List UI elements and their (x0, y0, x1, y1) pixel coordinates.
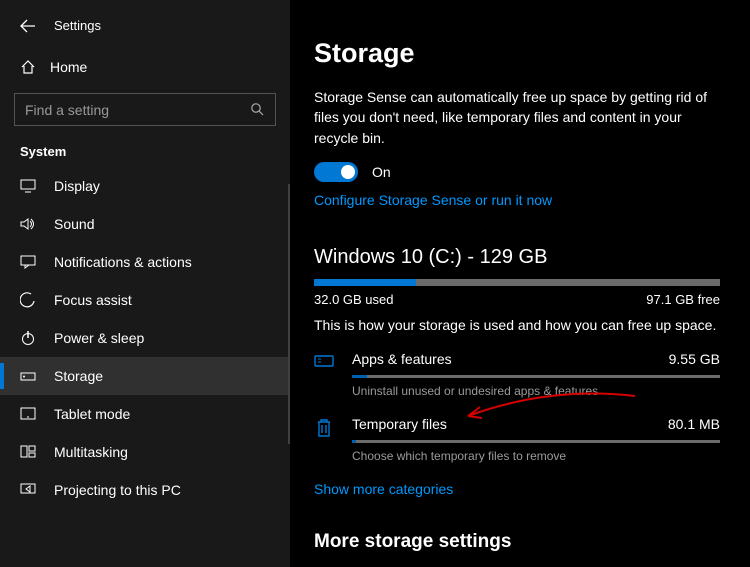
category-temporary-files[interactable]: Temporary files 80.1 MB Choose which tem… (314, 416, 720, 463)
trash-icon (314, 416, 334, 438)
section-system: System (0, 144, 290, 167)
category-header: Temporary files 80.1 MB (352, 416, 720, 432)
free-label: 97.1 GB free (646, 292, 720, 307)
nav-label: Focus assist (54, 292, 132, 308)
more-storage-settings-heading: More storage settings (314, 531, 720, 553)
sound-icon (20, 217, 36, 231)
toggle-state-label: On (372, 164, 391, 180)
nav-item-multitask[interactable]: Multitasking (0, 433, 290, 471)
sidebar-header: Settings (0, 18, 290, 33)
multitasking-icon (20, 445, 36, 459)
nav-label: Sound (54, 216, 94, 232)
main-content: Storage Storage Sense can automatically … (290, 0, 750, 567)
nav-label: Tablet mode (54, 406, 130, 422)
home-icon (20, 59, 36, 75)
projecting-icon (20, 483, 36, 497)
page-title: Storage (314, 38, 720, 69)
usage-description: This is how your storage is used and how… (314, 317, 720, 333)
nav-item-display[interactable]: Display (0, 167, 290, 205)
category-body: Temporary files 80.1 MB Choose which tem… (352, 416, 720, 463)
drive-usage-fill (314, 279, 416, 286)
category-size: 80.1 MB (668, 416, 720, 432)
category-size: 9.55 GB (669, 351, 720, 367)
sidebar: Settings Home System Display Sound Notif… (0, 0, 290, 567)
search-icon (250, 102, 265, 117)
drive-usage-details: 32.0 GB used 97.1 GB free (314, 292, 720, 307)
nav-label: Storage (54, 368, 103, 384)
focus-assist-icon (20, 292, 36, 308)
category-bar (352, 375, 720, 378)
power-icon (20, 330, 36, 346)
drive-title: Windows 10 (C:) - 129 GB (314, 246, 720, 269)
category-bar-fill (352, 375, 367, 378)
category-header: Apps & features 9.55 GB (352, 351, 720, 367)
search-input[interactable] (25, 102, 250, 118)
storage-icon (20, 369, 36, 383)
nav-item-projecting[interactable]: Projecting to this PC (0, 471, 290, 509)
nav-item-notifications[interactable]: Notifications & actions (0, 243, 290, 281)
nav-label: Power & sleep (54, 330, 144, 346)
settings-title: Settings (54, 18, 101, 33)
apps-icon (314, 351, 334, 369)
tablet-icon (20, 407, 36, 421)
nav-label: Notifications & actions (54, 254, 192, 270)
storage-sense-toggle[interactable] (314, 162, 358, 182)
nav-item-sound[interactable]: Sound (0, 205, 290, 243)
show-more-categories-link[interactable]: Show more categories (314, 481, 720, 497)
category-bar-fill (352, 440, 356, 443)
drive-usage-bar (314, 279, 720, 286)
notifications-icon (20, 255, 36, 269)
search-box[interactable] (14, 93, 276, 126)
configure-storage-sense-link[interactable]: Configure Storage Sense or run it now (314, 192, 552, 208)
nav-item-focus[interactable]: Focus assist (0, 281, 290, 319)
storage-sense-toggle-row: On (314, 162, 720, 182)
category-apps-features[interactable]: Apps & features 9.55 GB Uninstall unused… (314, 351, 720, 398)
nav-label: Projecting to this PC (54, 482, 181, 498)
nav-label: Multitasking (54, 444, 128, 460)
category-body: Apps & features 9.55 GB Uninstall unused… (352, 351, 720, 398)
category-bar (352, 440, 720, 443)
category-name: Temporary files (352, 416, 447, 432)
storage-sense-description: Storage Sense can automatically free up … (314, 87, 720, 148)
home-link[interactable]: Home (0, 49, 290, 85)
home-label: Home (50, 59, 87, 75)
nav-list: Display Sound Notifications & actions Fo… (0, 167, 290, 509)
category-name: Apps & features (352, 351, 452, 367)
display-icon (20, 179, 36, 193)
nav-item-power[interactable]: Power & sleep (0, 319, 290, 357)
category-subtext: Choose which temporary files to remove (352, 449, 720, 463)
used-label: 32.0 GB used (314, 292, 394, 307)
nav-item-storage[interactable]: Storage (0, 357, 290, 395)
category-subtext: Uninstall unused or undesired apps & fea… (352, 384, 720, 398)
back-arrow-icon[interactable] (20, 19, 36, 33)
nav-item-tablet[interactable]: Tablet mode (0, 395, 290, 433)
nav-label: Display (54, 178, 100, 194)
